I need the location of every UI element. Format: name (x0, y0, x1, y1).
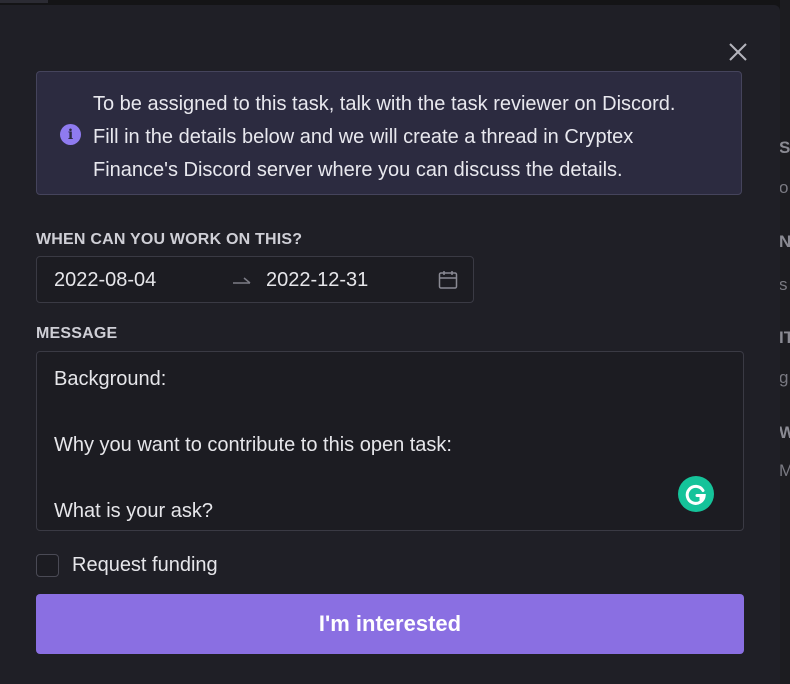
availability-label: WHEN CAN YOU WORK ON THIS? (36, 231, 303, 248)
request-funding-label[interactable]: Request funding (72, 554, 218, 577)
background-text: M (779, 461, 790, 480)
message-line (54, 396, 726, 429)
close-button[interactable] (724, 38, 752, 66)
background-text: W (779, 423, 790, 442)
message-line (54, 462, 726, 495)
info-icon: i (60, 124, 81, 145)
apply-modal: i To be assigned to this task, talk with… (0, 5, 780, 684)
date-range-picker[interactable]: 2022-08-04 2022-12-31 (36, 256, 474, 303)
request-funding-checkbox[interactable] (36, 554, 59, 577)
info-line: Fill in the details below and we will cr… (93, 126, 634, 148)
message-label: MESSAGE (36, 325, 118, 342)
message-textarea[interactable]: Background: Why you want to contribute t… (36, 351, 744, 531)
background-text: IT (779, 328, 790, 347)
background-text: N (779, 232, 790, 251)
arrow-right-icon (233, 277, 251, 284)
message-line: Why you want to contribute to this open … (54, 434, 452, 456)
background-text: S (779, 138, 790, 157)
background-text: o (779, 178, 789, 197)
info-text: To be assigned to this task, talk with t… (93, 88, 733, 187)
background-text: s (779, 275, 788, 294)
info-line: To be assigned to this task, talk with t… (93, 93, 676, 115)
info-line: Finance's Discord server where you can d… (93, 159, 623, 181)
close-icon (729, 43, 747, 61)
start-date-input[interactable]: 2022-08-04 (54, 269, 156, 292)
end-date-input[interactable]: 2022-12-31 (266, 269, 368, 292)
grammarly-icon[interactable] (678, 476, 714, 512)
interested-button[interactable]: I'm interested (36, 594, 744, 654)
info-banner: i To be assigned to this task, talk with… (36, 71, 742, 195)
background-tab (0, 0, 48, 3)
calendar-icon[interactable] (437, 269, 459, 291)
background-text: g (779, 368, 789, 387)
message-line: Background: (54, 368, 167, 390)
message-line: What is your ask? (54, 500, 213, 522)
